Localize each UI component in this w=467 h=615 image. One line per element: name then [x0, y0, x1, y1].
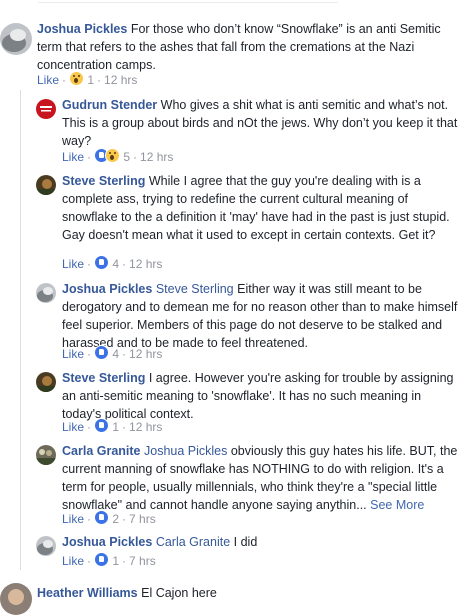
like-button[interactable]: Like [62, 554, 84, 568]
like-reaction-icon [94, 418, 110, 433]
comment-actions: Like · 1 · 12 hrs [62, 418, 163, 435]
author-link[interactable]: Joshua Pickles [62, 535, 152, 549]
mention-link[interactable]: Carla Granite [156, 535, 230, 549]
author-link[interactable]: Carla Granite [62, 444, 141, 458]
timestamp[interactable]: 7 hrs [129, 512, 156, 526]
comment-actions: Like · 1 · 12 hrs [37, 71, 138, 88]
author-link[interactable]: Joshua Pickles [37, 22, 127, 36]
avatar-image-icon [36, 445, 56, 465]
avatar[interactable] [36, 175, 56, 195]
reactions-summary[interactable] [94, 418, 110, 435]
avatar[interactable] [36, 99, 56, 119]
avatar[interactable] [0, 583, 32, 615]
reaction-count: 4 [112, 347, 120, 361]
avatar-image-icon [36, 283, 56, 303]
avatar[interactable] [36, 372, 56, 392]
avatar[interactable] [0, 23, 32, 55]
reactions-summary[interactable] [69, 71, 85, 88]
author-link[interactable]: Joshua Pickles [62, 282, 152, 296]
avatar-image-icon [0, 583, 32, 615]
timestamp[interactable]: 12 hrs [129, 257, 162, 271]
reactions-summary[interactable] [94, 255, 110, 272]
timestamp[interactable]: 12 hrs [104, 73, 137, 87]
like-button[interactable]: Like [37, 73, 59, 87]
wow-reaction-icon [69, 71, 85, 86]
comment-body: Carla Granite Joshua Pickles obviously t… [62, 442, 462, 514]
divider [38, 2, 338, 3]
like-button[interactable]: Like [62, 420, 84, 434]
reactions-summary[interactable] [94, 148, 121, 165]
comment-text: I did [233, 535, 258, 549]
comment-body: Gudrun Stender Who gives a shit what is … [62, 96, 462, 150]
timestamp[interactable]: 7 hrs [129, 554, 156, 568]
comment-actions: Like · 4 · 12 hrs [62, 345, 163, 362]
like-reaction-icon [94, 510, 110, 525]
avatar[interactable] [36, 445, 56, 465]
mention-link[interactable]: Joshua Pickles [144, 444, 227, 458]
comment-actions: Like · 2 · 7 hrs [62, 510, 156, 527]
like-reaction-icon [94, 255, 110, 270]
comment-body: Joshua Pickles Steve Sterling Either way… [62, 280, 462, 352]
comment-body: Steve Sterling I agree. However you're a… [62, 369, 462, 423]
reaction-count: 1 [87, 73, 95, 87]
comment-body: Steve Sterling While I agree that the gu… [62, 172, 462, 244]
author-link[interactable]: Heather Williams [37, 586, 138, 600]
comment-actions: Like · 1 · 7 hrs [62, 552, 156, 569]
comment-actions: Like · 5 · 12 hrs [62, 148, 174, 165]
avatar-image-icon [36, 536, 56, 556]
reactions-summary[interactable] [94, 552, 110, 569]
author-link[interactable]: Gudrun Stender [62, 98, 157, 112]
avatar[interactable] [36, 536, 56, 556]
avatar[interactable] [36, 283, 56, 303]
reaction-count: 1 [112, 420, 120, 434]
comment-body: Heather Williams El Cajon here [37, 584, 462, 602]
mention-link[interactable]: Steve Sterling [156, 282, 234, 296]
like-button[interactable]: Like [62, 150, 84, 164]
reaction-count: 2 [112, 512, 120, 526]
reactions-summary[interactable] [94, 345, 110, 362]
reactions-summary[interactable] [94, 510, 110, 527]
like-button[interactable]: Like [62, 347, 84, 361]
reaction-count: 4 [112, 257, 120, 271]
avatar-image-icon [0, 23, 32, 55]
reaction-count: 1 [112, 554, 120, 568]
like-reaction-icon [94, 345, 110, 360]
reply-thread-line [20, 90, 21, 570]
timestamp[interactable]: 12 hrs [129, 347, 162, 361]
timestamp[interactable]: 12 hrs [140, 150, 173, 164]
see-more-link[interactable]: See More [370, 498, 424, 512]
comment-text: El Cajon here [141, 586, 217, 600]
avatar-image-icon [36, 372, 56, 392]
comment-actions: Like · 4 · 12 hrs [62, 255, 163, 272]
like-reaction-icon [94, 552, 110, 567]
comment-body: Joshua Pickles For those who don’t know … [37, 20, 462, 74]
comment-body: Joshua Pickles Carla Granite I did [62, 533, 462, 551]
like-button[interactable]: Like [62, 512, 84, 526]
author-link[interactable]: Steve Sterling [62, 174, 145, 188]
avatar-image-icon [36, 99, 56, 119]
wow-reaction-icon [105, 148, 121, 163]
avatar-image-icon [36, 175, 56, 195]
reaction-count: 5 [123, 150, 131, 164]
timestamp[interactable]: 12 hrs [129, 420, 162, 434]
author-link[interactable]: Steve Sterling [62, 371, 145, 385]
like-button[interactable]: Like [62, 257, 84, 271]
